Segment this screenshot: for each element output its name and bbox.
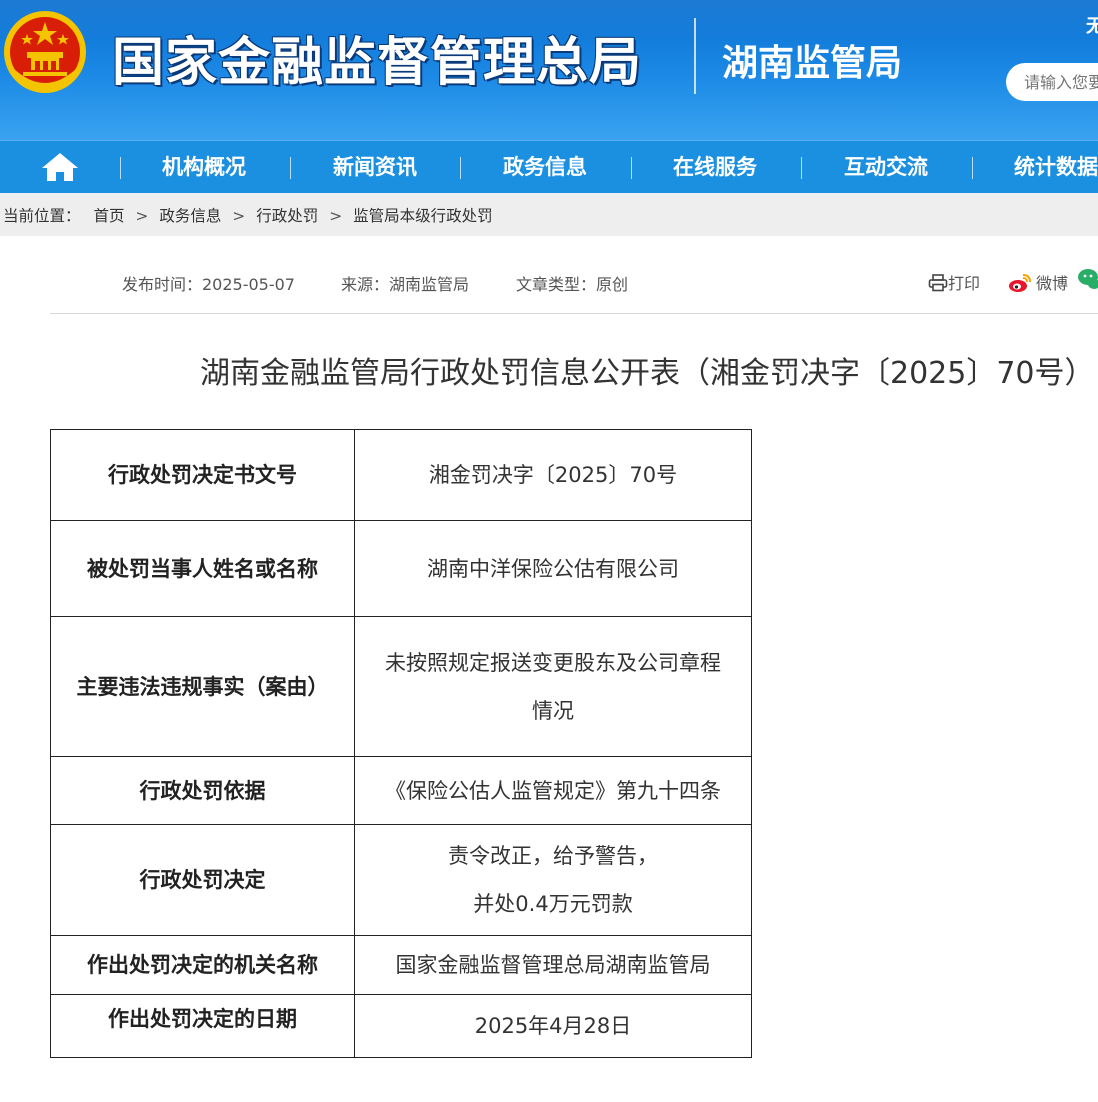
row-label-decision-number: 行政处罚决定书文号 [50,429,355,521]
row-value-legal-basis: 《保险公估人监管规定》第九十四条 [354,756,752,825]
breadcrumb-item-penalties[interactable]: 行政处罚 [256,207,318,225]
table-row: 行政处罚决定 责令改正，给予警告， 并处0.4万元罚款 [50,824,752,936]
site-header: 国家金融监督管理总局 湖南监管局 无 [0,0,1098,140]
breadcrumb-item-home[interactable]: 首页 [93,207,124,225]
printer-icon [928,274,948,292]
value-line: 湖南中洋保险公估有限公司 [427,556,679,581]
row-value-decision-date: 2025年4月28日 [354,994,752,1058]
breadcrumb-label: 当前位置： [3,207,81,225]
search-input[interactable] [1006,63,1098,101]
row-label-party-name: 被处罚当事人姓名或名称 [50,520,355,617]
breadcrumb-separator: > [329,207,343,225]
value-line: 并处0.4万元罚款 [473,892,633,916]
nav-item-news[interactable]: 新闻资讯 [333,141,417,194]
value-line: 情况 [532,698,574,723]
nav-separator [460,157,461,179]
table-row: 被处罚当事人姓名或名称 湖南中洋保险公估有限公司 [50,520,752,617]
accessibility-link[interactable]: 无 [1086,12,1098,38]
breadcrumb-item-local-penalties[interactable]: 监管局本级行政处罚 [353,207,493,225]
article-source: 来源：湖南监管局 [341,275,470,294]
nav-item-statistics[interactable]: 统计数据 [1014,141,1098,194]
print-button[interactable]: 打印 [928,270,980,294]
breadcrumb-bar: 当前位置： 首页 > 政务信息 > 行政处罚 > 监管局本级行政处罚 [0,193,1098,236]
site-title[interactable]: 国家金融监督管理总局 [112,20,642,95]
nav-separator [631,157,632,179]
table-row: 作出处罚决定的日期 2025年4月28日 [50,994,752,1058]
nav-item-online-services[interactable]: 在线服务 [673,141,757,194]
site-subtitle[interactable]: 湖南监管局 [722,34,902,86]
nav-separator [972,157,973,179]
value-line: 2025年4月28日 [474,1014,632,1038]
table-row: 主要违法违规事实（案由） 未按照规定报送变更股东及公司章程 情况 [50,616,752,757]
publish-time: 发布时间：2025-05-07 [122,275,295,294]
nav-separator [290,157,291,179]
breadcrumb-separator: > [135,207,149,225]
row-value-penalty-decision: 责令改正，给予警告， 并处0.4万元罚款 [354,824,752,936]
value-line: 国家金融监督管理总局湖南监管局 [395,953,711,977]
row-value-violation-facts: 未按照规定报送变更股东及公司章程 情况 [354,616,752,757]
weibo-label: 微博 [1036,274,1069,293]
row-label-decision-date: 作出处罚决定的日期 [50,994,355,1058]
row-value-party-name: 湖南中洋保险公估有限公司 [354,520,752,617]
row-label-legal-basis: 行政处罚依据 [50,756,355,825]
nav-item-government-info[interactable]: 政务信息 [503,141,587,194]
header-divider [694,18,696,94]
article-title: 湖南金融监管局行政处罚信息公开表（湘金罚决字〔2025〕70号） [200,356,1095,391]
nav-item-interaction[interactable]: 互动交流 [844,141,928,194]
value-line: 责令改正，给予警告， [448,844,658,868]
row-value-decision-number: 湘金罚决字〔2025〕70号 [354,429,752,521]
print-label: 打印 [948,274,981,293]
home-icon[interactable] [40,151,80,183]
main-nav: 机构概况 新闻资讯 政务信息 在线服务 互动交流 统计数据 [0,140,1098,193]
table-row: 行政处罚依据 《保险公估人监管规定》第九十四条 [50,756,752,825]
value-line: 未按照规定报送变更股东及公司章程 [385,650,721,675]
nav-separator [120,157,121,179]
breadcrumb-separator: > [232,207,246,225]
value-line: 《保险公估人监管规定》第九十四条 [385,778,721,803]
nav-separator [801,157,802,179]
row-label-violation-facts: 主要违法违规事实（案由） [50,616,355,757]
wechat-icon[interactable] [1078,268,1098,290]
row-value-authority: 国家金融监督管理总局湖南监管局 [354,935,752,995]
weibo-icon [1009,274,1031,292]
row-label-authority: 作出处罚决定的机关名称 [50,935,355,995]
row-label-penalty-decision: 行政处罚决定 [50,824,355,936]
article-type: 文章类型：原创 [516,275,629,294]
penalty-info-table: 行政处罚决定书文号 湘金罚决字〔2025〕70号 被处罚当事人姓名或名称 湖南中… [50,429,752,1058]
meta-divider [50,313,1098,314]
table-row: 作出处罚决定的机关名称 国家金融监督管理总局湖南监管局 [50,935,752,995]
nav-item-about[interactable]: 机构概况 [162,141,246,194]
national-emblem-icon[interactable] [3,8,87,96]
weibo-share-button[interactable]: 微博 [1008,270,1068,294]
breadcrumb-item-government-info[interactable]: 政务信息 [159,207,221,225]
breadcrumb: 当前位置： 首页 > 政务信息 > 行政处罚 > 监管局本级行政处罚 [3,204,499,226]
table-row: 行政处罚决定书文号 湘金罚决字〔2025〕70号 [50,429,752,521]
value-line: 湘金罚决字〔2025〕70号 [428,463,678,487]
